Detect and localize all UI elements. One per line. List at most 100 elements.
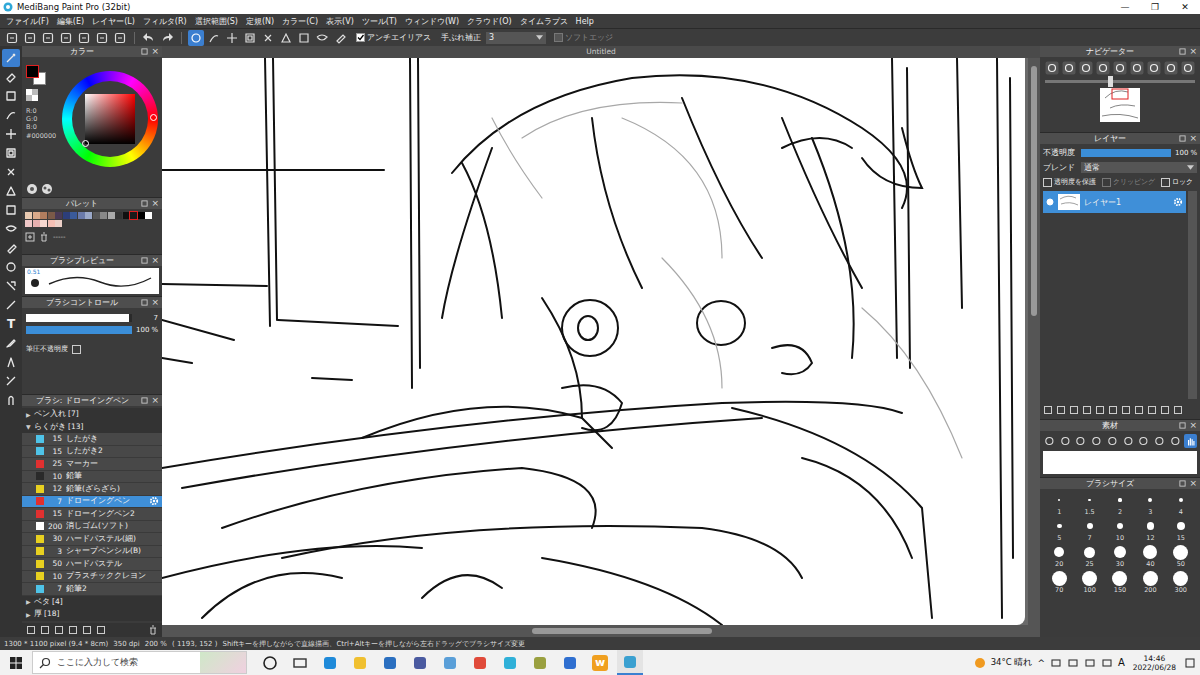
navigator-zoom-icon[interactable] [1181, 61, 1195, 75]
materials-list[interactable] [1043, 451, 1197, 474]
file-action-icon[interactable] [40, 30, 56, 46]
brush-item[interactable]: 200消しゴム(ソフト) [22, 521, 162, 534]
gear-icon[interactable] [149, 496, 159, 506]
brush-size-slider[interactable] [26, 314, 132, 322]
group-toggle-arrow[interactable]: ▶ [26, 611, 31, 618]
menu-item[interactable]: 選択範囲(S) [191, 16, 242, 27]
file-action-icon[interactable] [76, 30, 92, 46]
brush-item[interactable]: 7ドローイングペン [22, 496, 162, 509]
brush-size-preset[interactable]: 15 [1166, 518, 1196, 543]
brush-item[interactable]: 15したがき2 [22, 446, 162, 459]
soft-edge-checkbox-icon[interactable] [554, 33, 563, 42]
brush-size-preset[interactable]: 7 [1074, 518, 1104, 543]
file-action-icon[interactable] [4, 30, 20, 46]
soft-edge-option[interactable]: ソフトエッジ [554, 32, 613, 43]
tool-button[interactable] [2, 106, 20, 124]
palette-swatch[interactable] [25, 220, 32, 227]
tool-button[interactable]: T [2, 315, 20, 333]
tray-icon[interactable] [1050, 657, 1062, 669]
hue-marker[interactable] [150, 114, 157, 121]
navigator-zoom-icon[interactable] [1130, 61, 1144, 75]
menu-item[interactable]: ツール(T) [358, 16, 401, 27]
taskbar-app[interactable] [377, 650, 403, 675]
delete-palette-icon[interactable] [39, 232, 49, 242]
layer-option[interactable]: ロック [1161, 177, 1193, 187]
menu-item[interactable]: ファイル(F) [2, 16, 53, 27]
tool-button[interactable] [2, 144, 20, 162]
menu-item[interactable]: フィルタ(R) [139, 16, 191, 27]
weather-text[interactable]: 34°C 晴れ [991, 657, 1033, 669]
navigator-zoom-icon[interactable] [1147, 61, 1161, 75]
tool-button[interactable] [2, 277, 20, 295]
brush-size-preset[interactable]: 150 [1105, 570, 1135, 595]
selection-mode-icon[interactable] [188, 30, 204, 46]
undo-icon[interactable] [141, 30, 157, 46]
add-palette-icon[interactable] [25, 232, 35, 242]
gear-icon[interactable] [1173, 197, 1183, 207]
clock[interactable]: 14:462022/06/28 [1130, 654, 1179, 672]
weather-sun-icon[interactable] [974, 657, 986, 669]
layer-action-icon[interactable] [1134, 405, 1144, 415]
brush-group[interactable]: ▶ベタ [4] [22, 596, 162, 609]
taskbar-app[interactable] [467, 650, 493, 675]
layer-scrollbar[interactable] [1188, 191, 1197, 399]
zoom-slider-knob[interactable] [1108, 76, 1113, 87]
brush-size-preset[interactable]: 30 [1105, 544, 1135, 569]
brush-size-preset[interactable]: 2 [1105, 492, 1135, 517]
drawing-canvas[interactable] [162, 58, 1025, 625]
palette-swatch[interactable] [108, 212, 115, 219]
tool-button[interactable] [2, 220, 20, 238]
layer-option[interactable]: クリッピング [1102, 177, 1155, 187]
layer-action-icon[interactable] [1121, 405, 1131, 415]
file-action-icon[interactable] [94, 30, 110, 46]
palette-swatch[interactable] [40, 212, 47, 219]
horizontal-scrollbar[interactable] [162, 625, 1028, 637]
palette-swatch[interactable] [25, 212, 32, 219]
layer-opacity-slider[interactable] [1081, 149, 1171, 157]
layer-option[interactable]: 透明度を保護 [1043, 177, 1096, 187]
selection-mode-icon[interactable] [314, 30, 330, 46]
menu-item[interactable]: 表示(V) [322, 16, 358, 27]
brush-size-preset[interactable]: 1.5 [1074, 492, 1104, 517]
brush-size-preset[interactable]: 10 [1105, 518, 1135, 543]
brush-opacity-slider[interactable] [26, 326, 132, 334]
layer-option-checkbox-icon[interactable] [1043, 178, 1052, 187]
brush-size-preset[interactable]: 20 [1044, 544, 1074, 569]
panel-close-button[interactable]: × [1189, 479, 1197, 488]
saturation-value-square[interactable] [85, 94, 135, 144]
brush-group[interactable]: ▶ペン入れ [7] [22, 408, 162, 421]
taskbar-app[interactable] [617, 650, 643, 675]
menu-item[interactable]: カラー(C) [278, 16, 322, 27]
undock-icon[interactable] [141, 299, 148, 306]
palette-swatch[interactable] [123, 212, 130, 219]
tool-button[interactable] [2, 125, 20, 143]
layer-option-checkbox-icon[interactable] [1102, 178, 1111, 187]
taskbar-app[interactable] [527, 650, 553, 675]
selection-mode-icon[interactable] [278, 30, 294, 46]
tool-button[interactable] [2, 163, 20, 181]
palette-swatch[interactable] [85, 212, 92, 219]
brush-action-icon[interactable] [68, 625, 78, 635]
horizontal-scroll-thumb[interactable] [532, 628, 712, 634]
palette-swatch[interactable] [48, 212, 55, 219]
materials-action-icon[interactable] [1043, 434, 1056, 448]
layer-action-icon[interactable] [1095, 405, 1105, 415]
palette-swatch[interactable] [100, 212, 107, 219]
tray-icon[interactable] [1084, 657, 1096, 669]
palette-swatch[interactable] [145, 212, 152, 219]
brush-size-preset[interactable]: 40 [1135, 544, 1165, 569]
panel-close-button[interactable]: × [151, 396, 159, 405]
brush-action-icon[interactable] [82, 625, 92, 635]
brush-action-icon[interactable] [26, 625, 36, 635]
panel-close-button[interactable]: × [151, 199, 159, 208]
layer-action-icon[interactable] [1082, 405, 1092, 415]
vertical-scrollbar[interactable] [1028, 58, 1040, 637]
undock-icon[interactable] [141, 397, 148, 404]
palette-swatch[interactable] [138, 212, 145, 219]
tool-button[interactable] [2, 182, 20, 200]
taskbar-app[interactable] [317, 650, 343, 675]
brush-item[interactable]: 7鉛筆2 [22, 583, 162, 596]
palette-swatch[interactable] [33, 220, 40, 227]
zoom-slider[interactable] [1045, 80, 1195, 83]
brush-size-preset[interactable]: 1 [1044, 492, 1074, 517]
